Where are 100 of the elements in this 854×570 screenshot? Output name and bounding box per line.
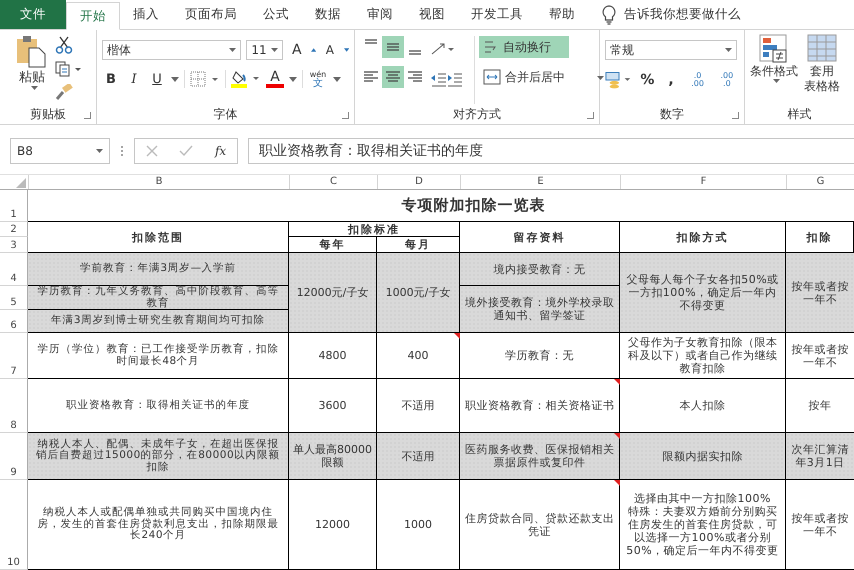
group-label: 样式: [788, 106, 812, 122]
column-header[interactable]: B: [28, 175, 289, 189]
table-cell: 1000元/子女: [377, 253, 460, 333]
table-cell: 不适用: [377, 433, 460, 480]
sheet-title: 专项附加扣除一览表: [289, 190, 854, 222]
format-painter-icon[interactable]: [55, 84, 73, 100]
merge-icon: [483, 69, 501, 85]
field-value: 11: [251, 43, 267, 57]
ribbon-tab[interactable]: 开发工具: [458, 0, 536, 29]
caret-icon[interactable]: [333, 76, 341, 82]
dialog-launcher-icon[interactable]: [84, 112, 91, 119]
table-cell: 学历教育：九年义务教育、高中阶段教育、高等教育: [28, 286, 289, 310]
wrap-text-button[interactable]: 自动换行: [479, 36, 569, 58]
table-cell: 纳税人本人或配偶单独或共同购买中国境内住房，发生的首套住房贷款利息支出，扣除期限最长240个月: [28, 480, 289, 570]
table-cell: 学前教育：年满3周岁—入学前: [28, 253, 289, 286]
name-box[interactable]: B8: [10, 138, 110, 164]
column-header[interactable]: E: [460, 175, 620, 189]
table-cell: 住房贷款合同、贷款还款支出凭证: [460, 480, 620, 570]
ribbon-tab[interactable]: 页面布局: [172, 0, 250, 29]
number-format-field[interactable]: 常规: [605, 40, 737, 60]
row-number[interactable]: 7: [0, 333, 28, 379]
underline-button[interactable]: U: [148, 72, 166, 86]
insert-function-button[interactable]: fx: [214, 144, 226, 158]
copy-icon[interactable]: [55, 61, 83, 77]
font-color-button[interactable]: A: [266, 70, 284, 88]
row-number[interactable]: 3: [0, 237, 28, 253]
caret-icon[interactable]: [270, 48, 278, 52]
column-header[interactable]: F: [620, 175, 786, 189]
font-size-field[interactable]: 11: [246, 40, 283, 60]
table-cell: 12000元/子女: [289, 253, 377, 333]
ribbon-tab[interactable]: 审阅: [354, 0, 406, 29]
table-cell: 限额内据实扣除: [620, 433, 786, 480]
ribbon-tab[interactable]: 开始: [66, 2, 120, 30]
table-cell: 学历教育：无: [460, 333, 620, 379]
table-cell: 按年或者按一年不: [786, 333, 854, 379]
table-cell: 学历（学位）教育：已工作接受学历教育，扣除时间最长48个月: [28, 333, 289, 379]
column-header[interactable]: G: [786, 175, 854, 189]
row-number[interactable]: 2: [0, 222, 28, 237]
align-center-icon[interactable]: [382, 66, 404, 88]
caret-icon[interactable]: [725, 48, 732, 52]
table-cell: 选择由其中一方扣除100% 特殊：夫妻双方婚前分别购买住房发生的首套住房贷款，可以选择一方100%或者分别50%，确定后一年内不得变更: [620, 480, 786, 570]
header-cell: 扣除标准: [289, 222, 460, 237]
comma-style-button[interactable]: ,: [662, 72, 680, 88]
decrease-decimal-button[interactable]: .00 .0: [714, 72, 739, 88]
increase-decimal-button[interactable]: .0 .00: [685, 72, 710, 88]
group-label: 对齐方式: [453, 106, 501, 122]
table-cell: 父母每人每个子女各扣50%或一方扣100%，确定后一年内不得变更: [620, 253, 786, 333]
dialog-launcher-icon[interactable]: [732, 112, 739, 119]
ribbon-tab[interactable]: 数据: [302, 0, 354, 29]
row-number[interactable]: 1: [0, 190, 28, 222]
caret-icon[interactable]: [597, 76, 604, 80]
paste-button[interactable]: 粘贴: [15, 34, 49, 104]
table-cell: 境内接受教育：无: [460, 253, 620, 286]
caret-icon: [344, 48, 349, 52]
fill-color-icon[interactable]: [231, 70, 261, 88]
ribbon-tab[interactable]: 文件: [0, 0, 66, 29]
lightbulb-icon[interactable]: [602, 4, 616, 24]
column-header[interactable]: D: [377, 175, 460, 189]
more-icon: [120, 144, 124, 158]
field-value: 楷体: [107, 42, 131, 58]
table-cell: 父母作为子女教育扣除（限本科及以下）或者自己作为继续教育扣除: [620, 333, 786, 379]
shrink-font-button[interactable]: A: [320, 43, 339, 57]
font-name-field[interactable]: 楷体: [102, 40, 242, 60]
table-cell: 按年或者按一年不: [786, 253, 854, 333]
ribbon-tab[interactable]: 帮助: [536, 0, 588, 29]
caret-icon[interactable]: [289, 76, 297, 82]
table-cell: 纳税人本人、配偶、未成年子女，在超出医保报销后自费超过15000的部分，在80000以内限额扣除: [28, 433, 289, 480]
bold-button[interactable]: B: [102, 72, 120, 86]
phonetic-button[interactable]: wén 文: [308, 70, 328, 88]
table-cell: 1000: [377, 480, 460, 570]
caret-icon[interactable]: [30, 86, 38, 90]
align-middle-icon[interactable]: [382, 36, 404, 58]
group-label: 数字: [660, 106, 684, 122]
table-icon: [807, 34, 837, 64]
grow-font-button[interactable]: A: [288, 42, 306, 58]
borders-icon[interactable]: [190, 71, 220, 87]
caret-icon[interactable]: [96, 148, 103, 152]
conditional-formatting-button[interactable]: 条件格式: [750, 34, 798, 104]
table-cell: 年满3周岁到博士研究生教育期间均可扣除: [28, 310, 289, 333]
merge-center-button[interactable]: 合并后居中: [479, 66, 569, 88]
format-as-table-button[interactable]: 套用 表格格: [804, 34, 840, 104]
table-cell: 12000: [289, 480, 377, 570]
formula-input[interactable]: 职业资格教育：取得相关证书的年度: [248, 138, 854, 164]
scissors-icon[interactable]: [55, 36, 73, 54]
tell-me-search[interactable]: 告诉我你想要做什么: [624, 6, 741, 23]
caret-icon[interactable]: [772, 79, 780, 83]
column-header[interactable]: C: [289, 175, 377, 189]
ribbon-tab[interactable]: 插入: [120, 0, 172, 29]
row-number[interactable]: 8: [0, 379, 28, 433]
ribbon-tab[interactable]: 公式: [250, 0, 302, 29]
ribbon-tab[interactable]: 视图: [406, 0, 458, 29]
percent-button[interactable]: %: [638, 72, 657, 88]
dialog-launcher-icon[interactable]: [342, 112, 349, 119]
field-value: B8: [17, 144, 33, 158]
row-number[interactable]: 10: [0, 480, 28, 570]
caret-icon[interactable]: [229, 48, 236, 52]
table-cell: 4800: [289, 333, 377, 379]
caret-icon[interactable]: [171, 76, 179, 82]
italic-button[interactable]: I: [125, 72, 143, 86]
dialog-launcher-icon[interactable]: [587, 112, 594, 119]
